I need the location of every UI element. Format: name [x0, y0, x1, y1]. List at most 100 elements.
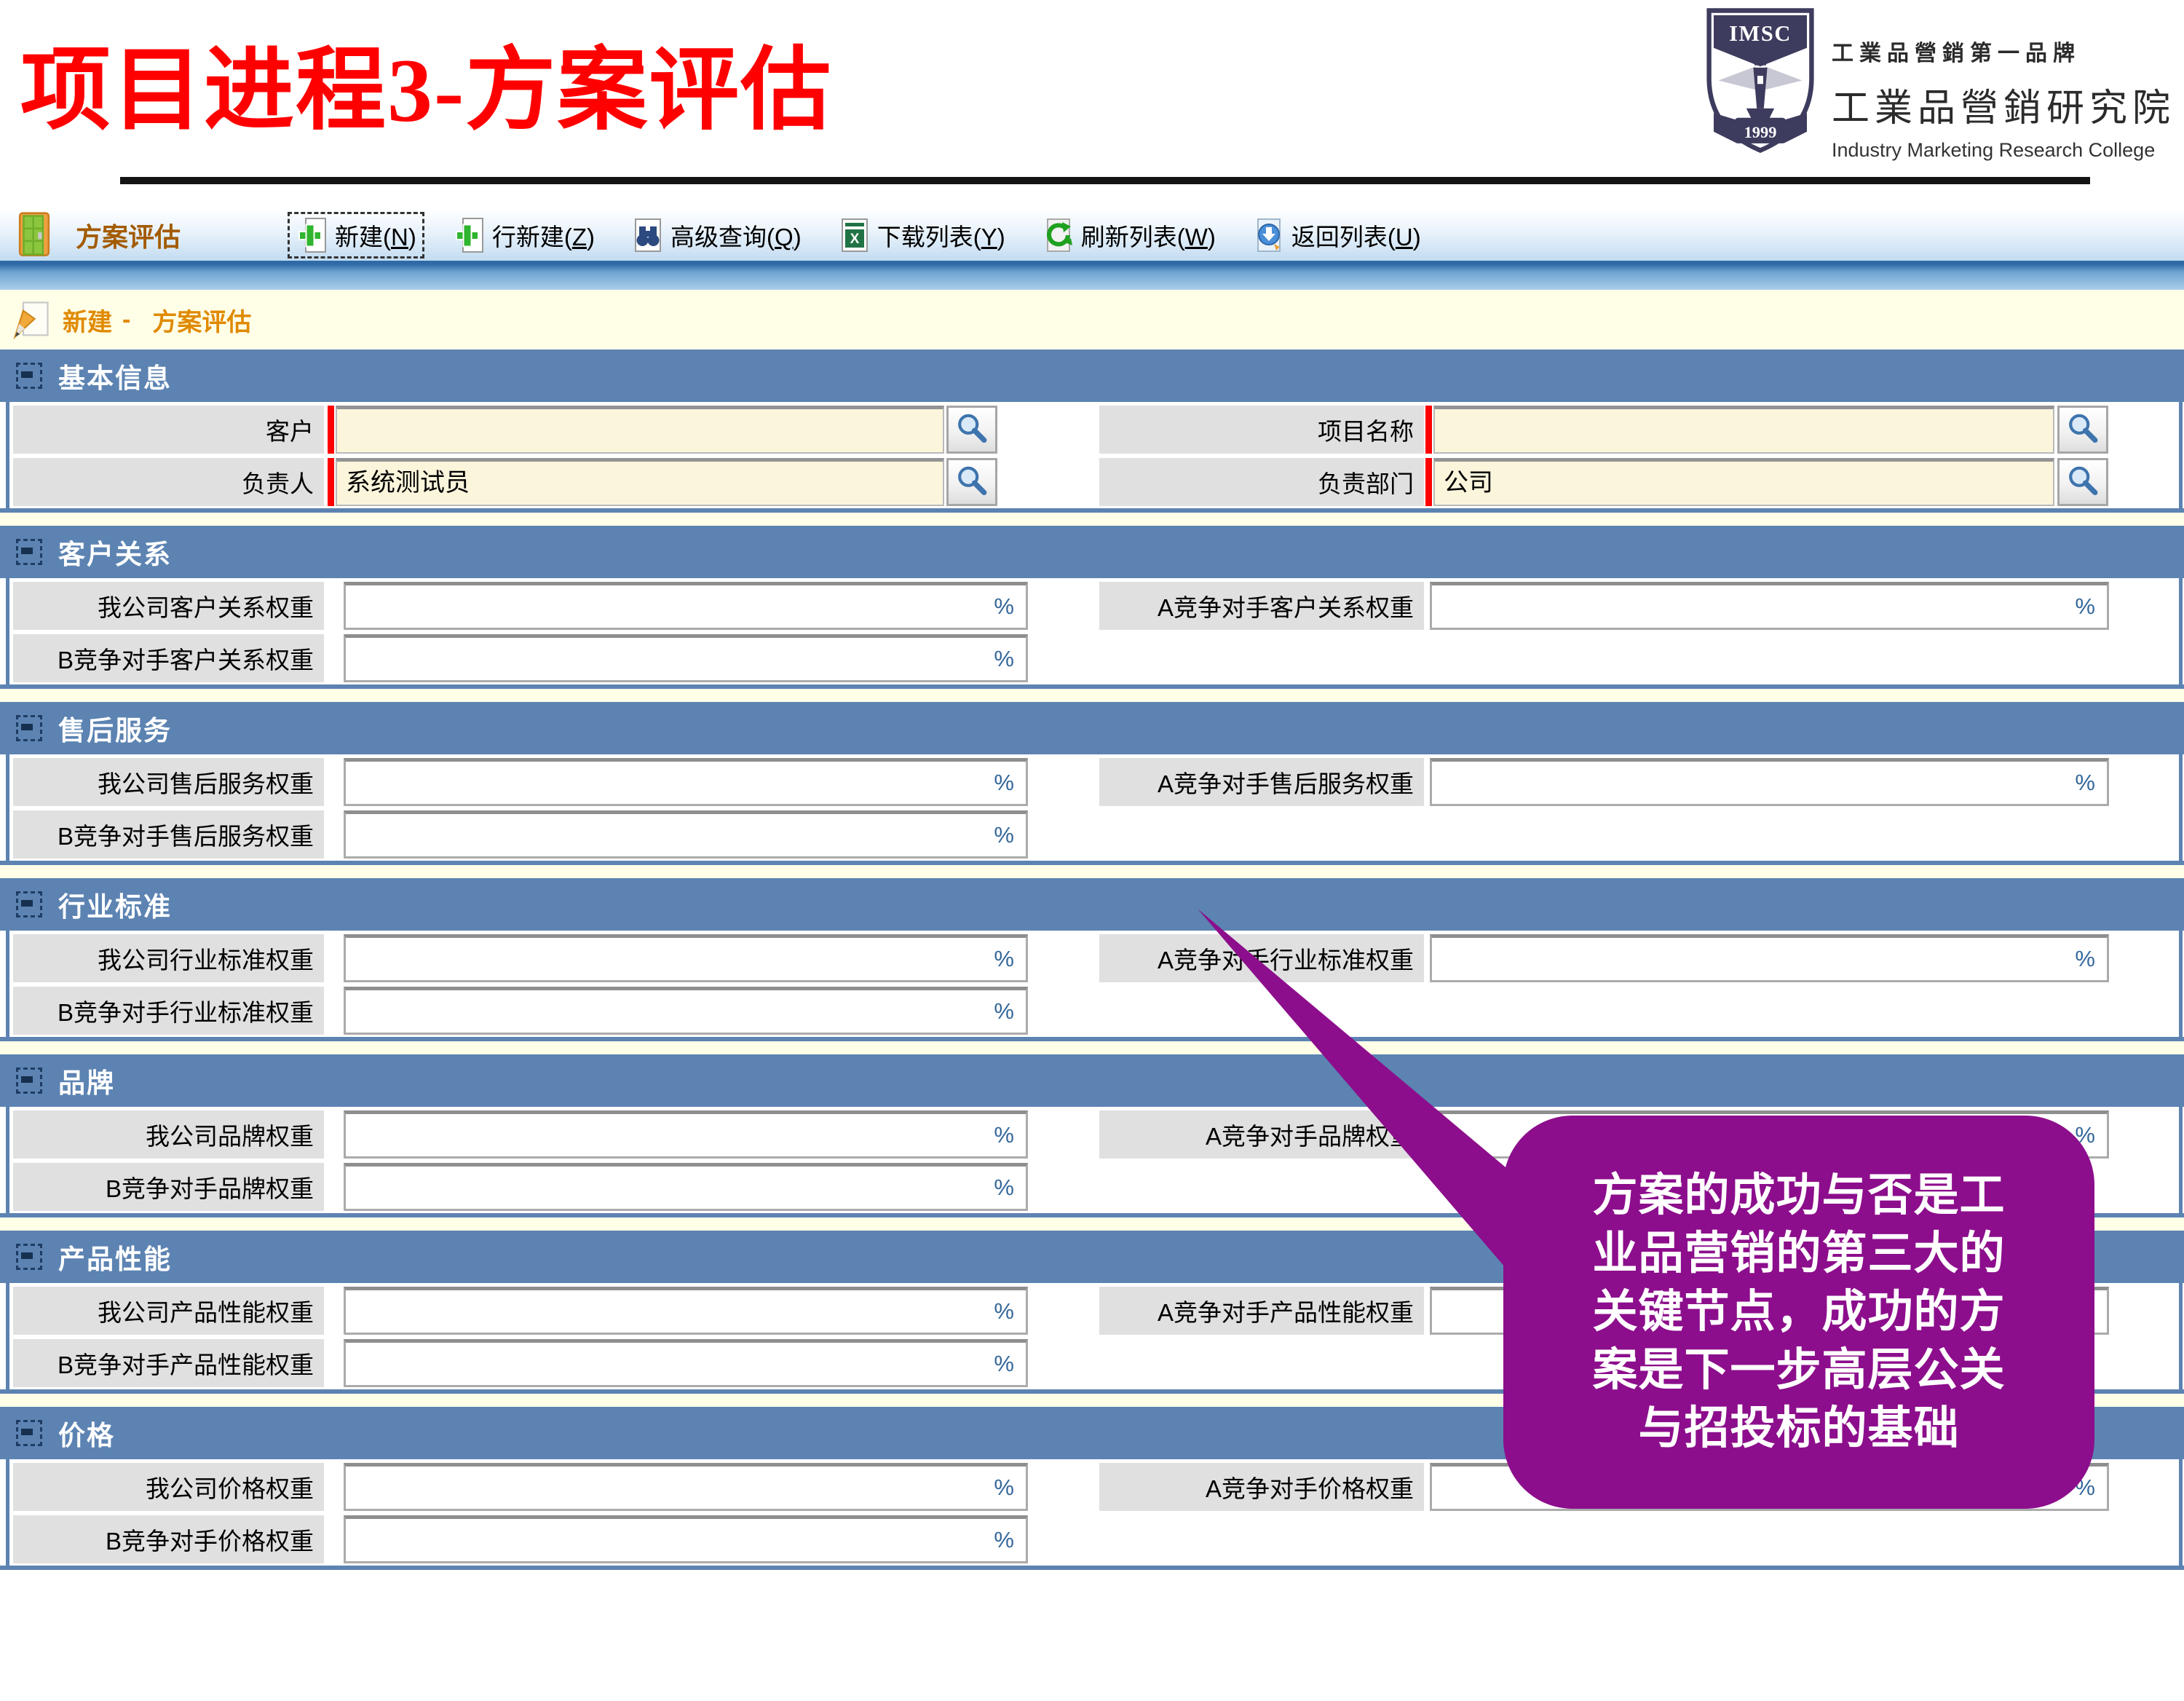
- shield-lighthouse-icon: IMSC 1999: [1702, 6, 1819, 155]
- new-record-pencil-icon: [10, 299, 51, 340]
- percent-suffix: %: [994, 946, 1014, 972]
- field-label-project-name: 项目名称: [1099, 406, 1424, 454]
- form-row: B竞争对手售后服务权重 %: [0, 810, 2184, 859]
- field-label: B竞争对手品牌权重: [13, 1163, 324, 1211]
- weight-input[interactable]: %: [1430, 758, 2109, 806]
- breadcrumb-separator: -: [122, 306, 130, 334]
- form-row: 我公司售后服务权重 % A竞争对手售后服务权重 %: [0, 758, 2184, 806]
- collapse-toggle-icon[interactable]: [16, 1244, 42, 1270]
- return-list-button[interactable]: 返回列表(U): [1246, 214, 1427, 256]
- section-body-basic-info: 客户 项目名称 负责人 系统测试员: [0, 402, 2184, 513]
- section-title: 品牌: [58, 1061, 115, 1100]
- project-name-lookup-input[interactable]: [1433, 406, 2054, 454]
- department-lookup-input[interactable]: 公司: [1433, 458, 2054, 506]
- row-new-plus-icon: [453, 216, 486, 254]
- percent-suffix: %: [994, 1351, 1014, 1377]
- breadcrumb: 新建 - 方案评估: [0, 290, 2184, 350]
- field-label: A竞争对手客户关系权重: [1099, 582, 1424, 630]
- section-title: 价格: [58, 1413, 115, 1453]
- slide-page: 项目进程3-方案评估 IMSC 1999 工業品營銷第一品牌 工業品營銷研究: [0, 0, 2184, 1701]
- section-title: 客户关系: [58, 532, 172, 572]
- logo-name-en: Industry Marketing Research College: [1832, 139, 2175, 162]
- advanced-query-button[interactable]: 高级查询(Q): [625, 214, 807, 256]
- weight-input[interactable]: %: [344, 934, 1028, 982]
- form-row: B竞争对手行业标准权重 %: [0, 987, 2184, 1035]
- toolbar-separator-band: [0, 261, 2184, 290]
- collapse-toggle-icon[interactable]: [16, 715, 42, 741]
- section-header-basic-info: 基本信息: [0, 350, 2184, 402]
- required-marker: [1425, 406, 1432, 454]
- owner-lookup-button[interactable]: [946, 458, 997, 506]
- section-body-after-sales-service: 我公司售后服务权重 % A竞争对手售后服务权重 % B竞争对手售后服务权重 %: [0, 754, 2184, 865]
- customer-lookup-button[interactable]: [946, 406, 997, 454]
- field-label: B竞争对手售后服务权重: [13, 810, 324, 859]
- collapse-toggle-icon[interactable]: [16, 539, 42, 565]
- owner-lookup-input[interactable]: 系统测试员: [336, 458, 944, 506]
- collapse-toggle-icon[interactable]: [16, 1067, 42, 1094]
- form-row: 我公司客户关系权重 % A竞争对手客户关系权重 %: [0, 582, 2184, 630]
- form-row: 客户 项目名称: [0, 406, 2184, 454]
- logo-tagline: 工業品營銷第一品牌: [1832, 35, 2175, 67]
- new-button[interactable]: 新建(N): [290, 214, 422, 256]
- section-body-customer-relationship: 我公司客户关系权重 % A竞争对手客户关系权重 % B竞争对手客户关系权重 %: [0, 578, 2184, 689]
- department-lookup-button[interactable]: [2057, 458, 2108, 506]
- magnifier-icon: [954, 412, 989, 447]
- project-name-lookup-button[interactable]: [2057, 406, 2108, 454]
- field-label: 我公司产品性能权重: [13, 1287, 324, 1335]
- percent-suffix: %: [994, 770, 1014, 796]
- weight-input[interactable]: %: [344, 634, 1028, 682]
- form-row: 我公司行业标准权重 % A竞争对手行业标准权重 %: [0, 934, 2184, 982]
- form-row: B竞争对手价格权重 %: [0, 1515, 2184, 1563]
- field-label: B竞争对手行业标准权重: [13, 987, 324, 1035]
- collapse-toggle-icon[interactable]: [16, 363, 42, 389]
- required-marker: [328, 406, 334, 454]
- weight-input[interactable]: %: [344, 1287, 1028, 1335]
- refresh-list-button[interactable]: 刷新列表(W): [1036, 214, 1222, 256]
- weight-input[interactable]: %: [344, 1339, 1028, 1387]
- field-label: 我公司售后服务权重: [13, 758, 324, 806]
- magnifier-icon: [2065, 465, 2100, 500]
- field-label: A竞争对手售后服务权重: [1099, 758, 1424, 806]
- weight-input[interactable]: %: [344, 1515, 1028, 1563]
- field-label: B竞争对手产品性能权重: [13, 1339, 324, 1387]
- weight-input[interactable]: %: [344, 987, 1028, 1035]
- refresh-list-icon: [1042, 216, 1075, 254]
- bottom-filler: [0, 1570, 2184, 1701]
- imsc-logo: IMSC 1999 工業品營銷第一品牌 工業品營銷研究院 Industry Ma…: [1702, 6, 2175, 173]
- logo-name-cn: 工業品營銷研究院: [1832, 77, 2175, 132]
- collapse-toggle-icon[interactable]: [16, 891, 42, 917]
- weight-input[interactable]: %: [344, 1110, 1028, 1159]
- field-label: 我公司品牌权重: [13, 1110, 324, 1159]
- breadcrumb-target: 方案评估: [152, 302, 251, 338]
- toolbar-buttons: 新建(N) 行新建(Z) 高级查询(Q): [290, 214, 1427, 256]
- weight-input[interactable]: %: [344, 1163, 1028, 1211]
- section-header-industry-standard: 行业标准: [0, 878, 2184, 931]
- collapse-toggle-icon[interactable]: [16, 1420, 42, 1446]
- weight-input[interactable]: %: [344, 582, 1028, 630]
- section-gap: [0, 1041, 2184, 1054]
- percent-suffix: %: [2075, 946, 2095, 972]
- module-title: 方案评估: [76, 216, 181, 254]
- breadcrumb-action: 新建: [63, 302, 112, 338]
- weight-input[interactable]: %: [1430, 582, 2109, 630]
- title-underline: [120, 177, 2090, 184]
- section-header-customer-relationship: 客户关系: [0, 526, 2184, 578]
- customer-lookup-input[interactable]: [336, 406, 944, 454]
- field-label: 我公司价格权重: [13, 1463, 324, 1511]
- section-title: 售后服务: [58, 709, 172, 748]
- download-list-excel-icon: X: [838, 216, 871, 254]
- weight-input[interactable]: %: [344, 758, 1028, 806]
- required-marker: [1425, 458, 1432, 506]
- row-new-button[interactable]: 行新建(Z): [447, 214, 601, 256]
- callout-text: 方案的成功与否是工业品营销的第三大的关键节点，成功的方案是下一步高层公关与招投标…: [1586, 1167, 2012, 1458]
- section-header-brand: 品牌: [0, 1054, 2184, 1107]
- weight-input[interactable]: %: [344, 1463, 1028, 1511]
- app-toolbar: 方案评估 新建(N) 行新建(Z): [0, 210, 2184, 261]
- section-body-industry-standard: 我公司行业标准权重 % A竞争对手行业标准权重 % B竞争对手行业标准权重 %: [0, 931, 2184, 1041]
- field-label-customer: 客户: [13, 406, 324, 454]
- download-list-button[interactable]: X 下载列表(Y): [832, 214, 1011, 256]
- slide-title: 项目进程3-方案评估: [20, 16, 832, 147]
- weight-input[interactable]: %: [344, 810, 1028, 859]
- logo-text-block: 工業品營銷第一品牌 工業品營銷研究院 Industry Marketing Re…: [1832, 35, 2175, 162]
- percent-suffix: %: [994, 1122, 1014, 1148]
